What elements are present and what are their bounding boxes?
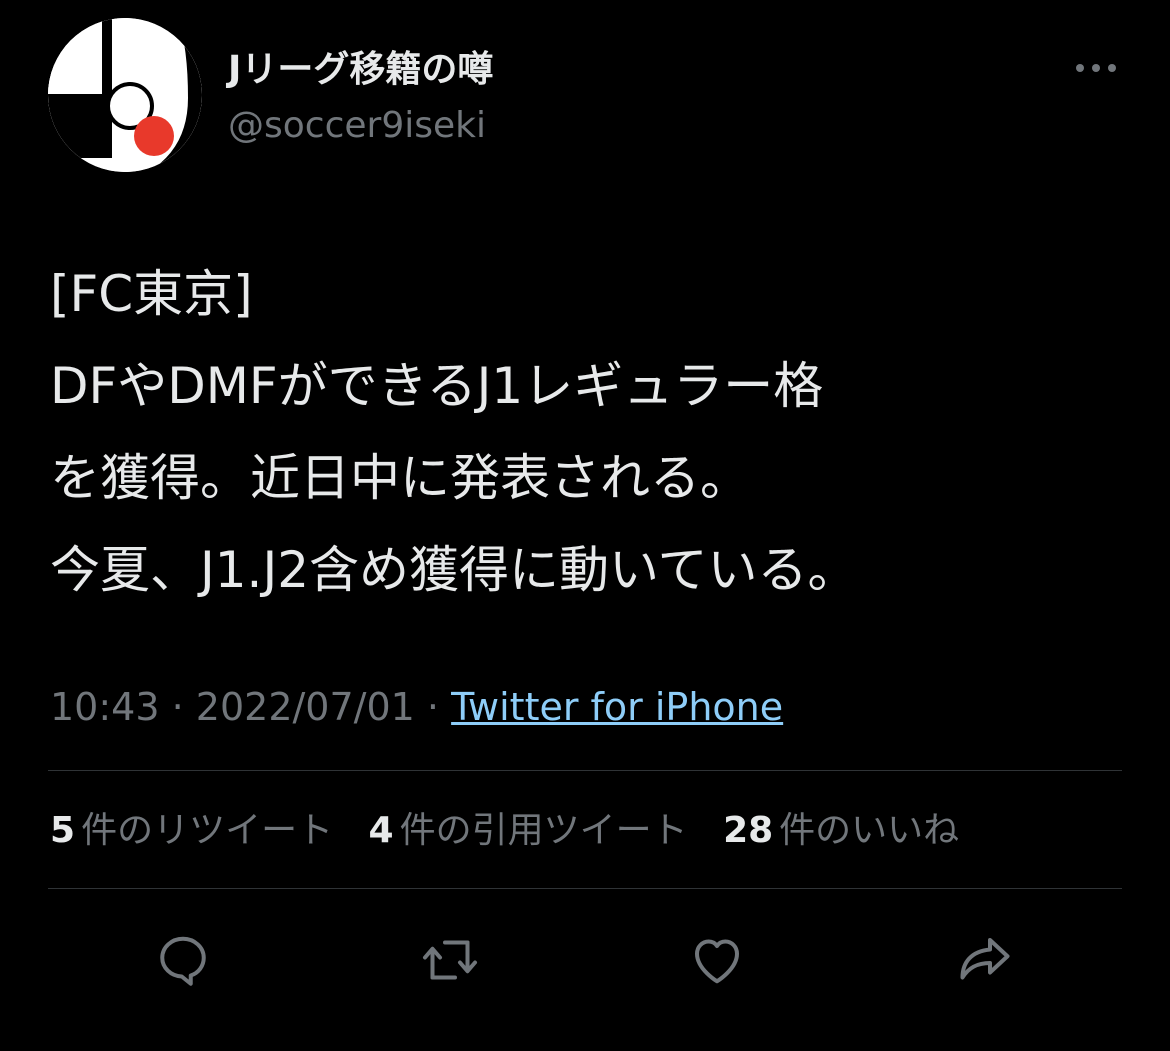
meta-separator: ·	[426, 685, 440, 729]
author-handle[interactable]: @soccer9iseki	[228, 104, 486, 148]
meta-separator: ·	[171, 685, 184, 729]
divider	[48, 888, 1122, 889]
quotes-count: 4	[368, 810, 394, 851]
reply-button[interactable]	[143, 920, 223, 1000]
avatar-logo-icon	[48, 18, 202, 172]
retweets-stat[interactable]: 5 件のリツイート	[50, 806, 333, 856]
tweet-text-line: [FC東京]	[50, 265, 253, 323]
likes-label: 件のいいね	[779, 810, 960, 851]
author-display-name[interactable]: Jリーグ移籍の噂	[228, 48, 493, 92]
tweet-detail: Jリーグ移籍の噂 @soccer9iseki [FC東京] DFやDMFができる…	[0, 0, 1170, 1051]
tweet-time[interactable]: 10:43	[50, 685, 160, 729]
tweet-text-line: 今夏、J1.J2含め獲得に動いている。	[50, 541, 858, 599]
tweet-text: [FC東京] DFやDMFができるJ1レギュラー格 を獲得。近日中に発表される。…	[50, 248, 1130, 616]
tweet-text-line: DFやDMFができるJ1レギュラー格	[50, 357, 824, 415]
quotes-stat[interactable]: 4 件の引用ツイート	[369, 806, 688, 856]
retweet-icon	[423, 940, 477, 980]
tweet-actions	[0, 920, 1170, 1000]
likes-stat[interactable]: 28 件のいいね	[723, 806, 959, 856]
more-options-button[interactable]	[1068, 50, 1124, 86]
tweet-source-link[interactable]: Twitter for iPhone	[451, 685, 783, 729]
likes-count: 28	[723, 810, 774, 851]
retweets-count: 5	[50, 810, 76, 851]
share-icon	[960, 938, 1010, 980]
retweets-label: 件のリツイート	[81, 810, 334, 851]
tweet-stats: 5 件のリツイート 4 件の引用ツイート 28 件のいいね	[50, 806, 983, 856]
quotes-label: 件の引用ツイート	[399, 810, 688, 851]
tweet-meta: 10:43 · 2022/07/01 · Twitter for iPhone	[50, 683, 783, 731]
heart-icon	[695, 939, 739, 984]
avatar[interactable]	[48, 18, 202, 172]
divider	[48, 770, 1122, 771]
like-button[interactable]	[677, 920, 757, 1000]
tweet-date[interactable]: 2022/07/01	[196, 685, 415, 729]
more-horizontal-icon	[1076, 64, 1116, 72]
tweet-text-line: を獲得。近日中に発表される。	[50, 449, 750, 507]
reply-icon	[160, 936, 206, 986]
share-button[interactable]	[945, 920, 1025, 1000]
retweet-button[interactable]	[410, 920, 490, 1000]
